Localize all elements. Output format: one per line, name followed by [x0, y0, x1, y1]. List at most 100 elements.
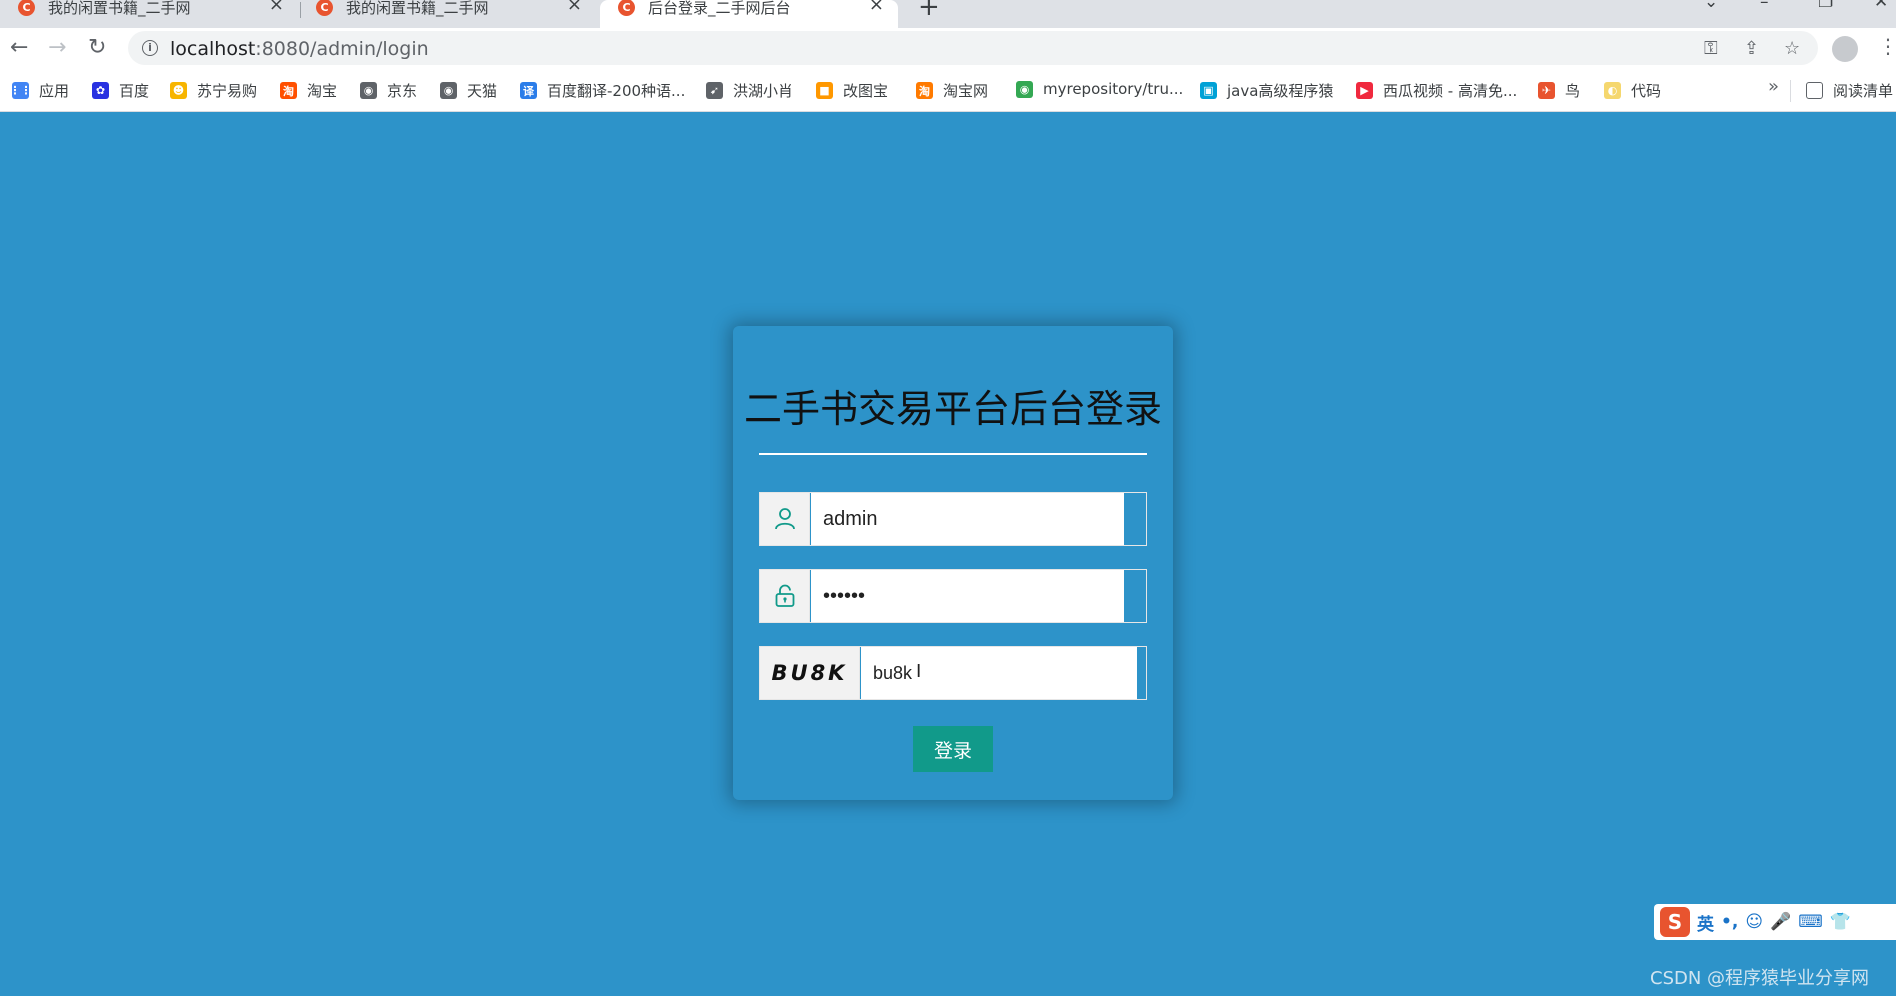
- reading-list-label: 阅读清单: [1833, 82, 1894, 100]
- sogou-logo-icon[interactable]: S: [1660, 907, 1690, 937]
- ime-voice-icon[interactable]: 🎤: [1770, 912, 1791, 932]
- taobao-icon: 淘: [916, 82, 933, 99]
- xigua-icon: ▶: [1356, 82, 1373, 99]
- page-title: 二手书交易平台后台登录: [743, 387, 1162, 431]
- bookmark-item[interactable]: ▣ java高级程序猿: [1200, 80, 1333, 101]
- bookmark-label: 鸟: [1565, 82, 1581, 100]
- username-field: [759, 492, 1147, 546]
- ime-emoji-icon[interactable]: ☺: [1745, 912, 1763, 932]
- password-field: [759, 569, 1147, 623]
- bookmark-item[interactable]: ◉ 天猫: [440, 80, 497, 101]
- url-path: :8080/admin/login: [255, 38, 429, 60]
- username-input[interactable]: [811, 493, 1124, 545]
- reading-list-icon: [1806, 82, 1823, 99]
- bookmark-item[interactable]: ✈ 鸟: [1538, 80, 1580, 101]
- baidu-paw-icon: ✿: [92, 82, 109, 99]
- bookmark-item[interactable]: ◐ 代码: [1604, 80, 1661, 101]
- csdn-watermark: CSDN @程序猿毕业分享网: [1650, 968, 1870, 989]
- more-bookmarks-icon[interactable]: »: [1768, 76, 1779, 97]
- bookmark-item[interactable]: ➹ 洪湖小肖: [706, 80, 793, 101]
- bookmark-item[interactable]: ☻ 苏宁易购: [170, 80, 257, 101]
- browser-menu-icon[interactable]: ⋮: [1878, 34, 1896, 58]
- bookmark-label: 百度翻译-200种语...: [547, 82, 686, 100]
- captcha-field: BU8K: [759, 646, 1147, 700]
- reload-icon[interactable]: ↻: [88, 36, 106, 60]
- bookmark-item[interactable]: ◉ myrepository/tru...: [1016, 80, 1183, 98]
- captcha-input[interactable]: [861, 647, 1137, 699]
- bookmark-item[interactable]: 淘淘宝: [280, 80, 337, 101]
- lock-icon-graphic: [775, 584, 794, 607]
- key-icon[interactable]: ⚿: [1704, 38, 1718, 59]
- url-text[interactable]: localhost:8080/admin/login: [170, 38, 429, 60]
- bookmark-item[interactable]: ▶ 西瓜视频 - 高清免...: [1356, 80, 1517, 101]
- bookmark-label: 洪湖小肖: [733, 82, 794, 100]
- bookmark-star-icon[interactable]: ☆: [1784, 38, 1800, 59]
- image-edit-icon: ■: [816, 82, 833, 99]
- ime-punctuation-icon[interactable]: •,: [1721, 912, 1738, 932]
- tab-title: 后台登录_二手网后台: [648, 0, 791, 17]
- globe-icon: ◉: [440, 82, 457, 99]
- password-input[interactable]: [811, 570, 1124, 622]
- site-info-icon[interactable]: i: [142, 40, 158, 56]
- login-card: 二手书交易平台后台登录 BU8K 登录: [733, 326, 1173, 800]
- apps-icon: ⋮⋮: [9, 82, 32, 99]
- bookmark-label: 代码: [1631, 82, 1662, 100]
- tab-title: 我的闲置书籍_二手网: [346, 0, 489, 17]
- chrome-icon: ◉: [1016, 80, 1033, 98]
- restore-icon[interactable]: ❐: [1818, 0, 1833, 12]
- reading-list-button[interactable]: 阅读清单: [1806, 80, 1893, 101]
- bookmark-label: 天猫: [467, 82, 498, 100]
- bookmark-item[interactable]: ■ 改图宝: [816, 80, 888, 101]
- bookmark-label: 淘宝网: [943, 82, 989, 100]
- browser-tab[interactable]: C 我的闲置书籍_二手网 ×: [0, 0, 298, 28]
- browser-tab[interactable]: C 我的闲置书籍_二手网 ×: [298, 0, 596, 28]
- new-tab-button[interactable]: +: [918, 0, 940, 22]
- profile-avatar-icon[interactable]: [1832, 36, 1858, 62]
- address-bar[interactable]: i localhost:8080/admin/login ⚿ ⇪ ☆: [128, 31, 1818, 65]
- bookmark-label: 应用: [39, 82, 70, 100]
- site-favicon-icon: C: [316, 0, 333, 16]
- bookmark-item[interactable]: ◉ 京东: [360, 80, 417, 101]
- url-host: localhost: [170, 38, 256, 60]
- browser-toolbar: ← → ↻ i localhost:8080/admin/login ⚿ ⇪ ☆…: [0, 28, 1896, 68]
- bookmark-label: 京东: [387, 82, 418, 100]
- site-favicon-icon: C: [18, 0, 35, 16]
- ime-keyboard-icon[interactable]: ⌨: [1798, 912, 1823, 932]
- forward-icon[interactable]: →: [48, 36, 66, 60]
- close-tab-icon[interactable]: ×: [567, 0, 582, 15]
- captcha-image[interactable]: BU8K: [760, 647, 860, 699]
- browser-tab-active[interactable]: C 后台登录_二手网后台 ×: [600, 0, 898, 28]
- translate-icon: 译: [520, 82, 537, 99]
- bilibili-icon: ▣: [1200, 82, 1217, 99]
- tab-title: 我的闲置书籍_二手网: [48, 0, 191, 17]
- ime-toolbar: S 英 •, ☺ 🎤 ⌨ 👕: [1654, 904, 1896, 940]
- minimize-icon[interactable]: –: [1760, 0, 1769, 12]
- tab-search-icon[interactable]: ⌄: [1704, 0, 1718, 12]
- bookmarks-divider: [1790, 80, 1791, 102]
- bookmark-item[interactable]: ✿ 百度: [92, 80, 149, 101]
- bookmark-label: 百度: [119, 82, 150, 100]
- captcha-code: BU8K: [771, 661, 848, 685]
- bookmark-item[interactable]: ⋮⋮ 应用: [9, 80, 70, 101]
- lock-icon: [760, 570, 810, 622]
- suning-lion-icon: ☻: [170, 82, 187, 99]
- code-icon: ◐: [1604, 82, 1621, 99]
- title-divider: [759, 453, 1147, 455]
- site-favicon-icon: C: [618, 0, 635, 16]
- bookmark-label: 改图宝: [843, 82, 889, 100]
- ime-skin-icon[interactable]: 👕: [1830, 912, 1851, 932]
- back-icon[interactable]: ←: [10, 36, 28, 60]
- bird-icon: ✈: [1538, 82, 1555, 99]
- ime-language-toggle[interactable]: 英: [1697, 910, 1714, 935]
- share-icon[interactable]: ⇪: [1744, 38, 1759, 59]
- taobao-icon: 淘: [280, 82, 297, 99]
- close-window-icon[interactable]: ✕: [1874, 0, 1888, 12]
- close-tab-icon[interactable]: ×: [869, 0, 884, 15]
- bookmark-item[interactable]: 淘淘宝网: [916, 80, 988, 101]
- bookmark-label: 淘宝: [307, 82, 338, 100]
- bookmark-item[interactable]: 译百度翻译-200种语...: [520, 80, 685, 101]
- login-button[interactable]: 登录: [913, 726, 993, 772]
- globe-icon: ◉: [360, 82, 377, 99]
- browser-tab-strip: C 我的闲置书籍_二手网 × C 我的闲置书籍_二手网 × C 后台登录_二手网…: [0, 0, 1896, 28]
- close-tab-icon[interactable]: ×: [269, 0, 284, 15]
